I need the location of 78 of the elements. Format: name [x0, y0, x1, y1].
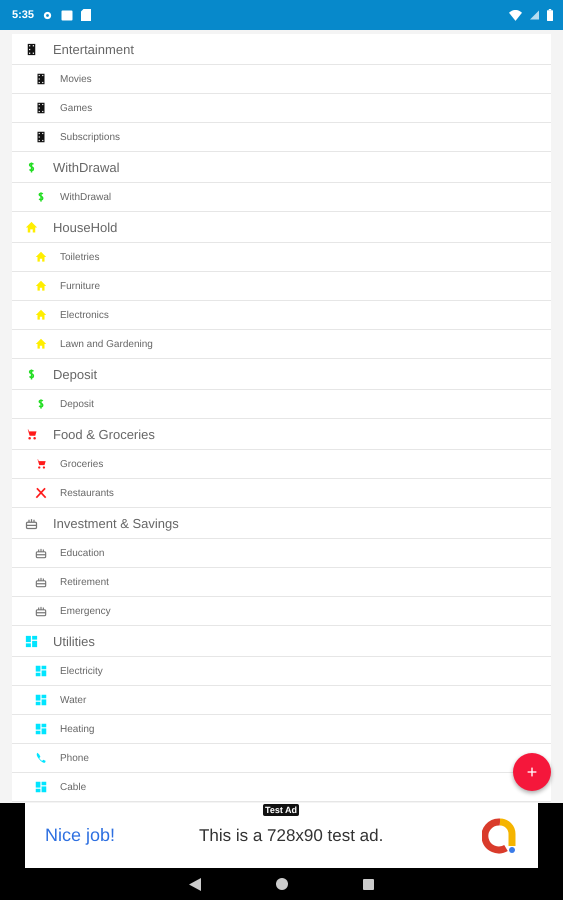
subcategory-row[interactable]: Electricity	[12, 657, 551, 686]
category-row[interactable]: Deposit	[12, 359, 551, 390]
subcategory-name: Lawn and Gardening	[60, 338, 153, 350]
subcategory-row[interactable]: Furniture	[12, 272, 551, 301]
subcategory-row[interactable]: Subscriptions	[12, 123, 551, 152]
sd-card-icon	[81, 9, 92, 21]
home-icon	[34, 279, 48, 293]
home-button-icon[interactable]	[276, 878, 288, 890]
category-row[interactable]: Investment & Savings	[12, 508, 551, 539]
cake-icon	[34, 575, 48, 589]
category-name: Food & Groceries	[53, 426, 155, 442]
subcategory-name: Retirement	[60, 576, 109, 588]
subcategory-name: Emergency	[60, 606, 111, 616]
grid-icon	[34, 664, 48, 678]
subcategory-name: Deposit	[60, 398, 94, 410]
category-row[interactable]: HouseHold	[12, 212, 551, 243]
ad-headline: Nice job!	[45, 825, 116, 846]
subcategory-name: Games	[60, 102, 92, 114]
ad-logo-icon	[482, 818, 518, 854]
subcategory-row[interactable]: WithDrawal	[12, 183, 551, 212]
subcategory-row[interactable]: Electronics	[12, 301, 551, 330]
category-name: HouseHold	[53, 220, 118, 234]
subcategory-name: WithDrawal	[60, 192, 112, 202]
subcategory-row[interactable]: Education	[12, 539, 551, 568]
category-name: Entertainment	[53, 42, 134, 56]
test-ad-badge: Test Ad	[263, 804, 300, 816]
subcategory-name: Restaurants	[60, 488, 114, 498]
subcategory-name: Movies	[60, 74, 92, 84]
home-icon	[34, 308, 48, 322]
signal-icon	[530, 10, 539, 20]
ad-text: This is a 728x90 test ad.	[199, 826, 384, 846]
recents-icon[interactable]	[363, 878, 374, 890]
status-time: 5:35	[12, 9, 34, 21]
settings-icon	[42, 10, 54, 20]
back-icon[interactable]	[189, 878, 201, 890]
subcategory-name: Heating	[60, 724, 94, 734]
home-icon	[34, 337, 48, 351]
category-row[interactable]: WithDrawal	[12, 152, 551, 183]
home-icon	[24, 220, 39, 234]
wifi-icon	[509, 10, 522, 20]
subcategory-name: Toiletries	[60, 252, 100, 262]
battery-icon	[547, 9, 553, 21]
subcategory-name: Water	[60, 694, 86, 706]
cake-icon	[34, 546, 48, 560]
subcategory-row[interactable]: Groceries	[12, 450, 551, 479]
phone-icon	[34, 751, 48, 765]
subcategory-name: Subscriptions	[60, 132, 120, 142]
subcategory-name: Education	[60, 548, 104, 558]
category-name: Utilities	[53, 634, 95, 648]
category-name: Investment & Savings	[53, 516, 179, 530]
subcategory-row[interactable]: Water	[12, 686, 551, 715]
subcategory-row[interactable]: Toiletries	[12, 243, 551, 272]
grid-icon	[34, 722, 48, 736]
home-icon	[34, 250, 48, 264]
subcategory-row[interactable]: Restaurants	[12, 479, 551, 508]
subcategory-name: Furniture	[60, 280, 100, 292]
category-row[interactable]: Utilities	[12, 626, 551, 657]
ad-banner[interactable]: Test Ad Nice job! This is a 728x90 test ad.	[25, 803, 538, 868]
category-row[interactable]: Entertainment	[12, 34, 551, 65]
grid-icon	[24, 634, 39, 648]
category-name: Deposit	[53, 366, 98, 382]
subcategory-name: Electricity	[60, 666, 103, 676]
grid-icon	[34, 780, 48, 794]
subcategory-row[interactable]: Heating	[12, 715, 551, 744]
subcategory-name: Groceries	[60, 458, 104, 470]
subcategory-name: Electronics	[60, 310, 109, 320]
subcategory-row[interactable]: Emergency	[12, 597, 551, 626]
subcategory-name: Phone	[60, 752, 89, 764]
subcategory-row[interactable]: Lawn and Gardening	[12, 330, 551, 359]
category-name: WithDrawal	[53, 160, 120, 174]
subcategory-row[interactable]: Games	[12, 94, 551, 123]
subcategory-name: Cable	[60, 782, 86, 792]
subcategory-row[interactable]: Retirement	[12, 568, 551, 597]
grid-icon	[34, 693, 48, 707]
category-row[interactable]: Food & Groceries	[12, 419, 551, 450]
subcategory-row[interactable]: Deposit	[12, 390, 551, 419]
cake-icon	[34, 604, 48, 618]
subcategory-row[interactable]: Movies	[12, 65, 551, 94]
